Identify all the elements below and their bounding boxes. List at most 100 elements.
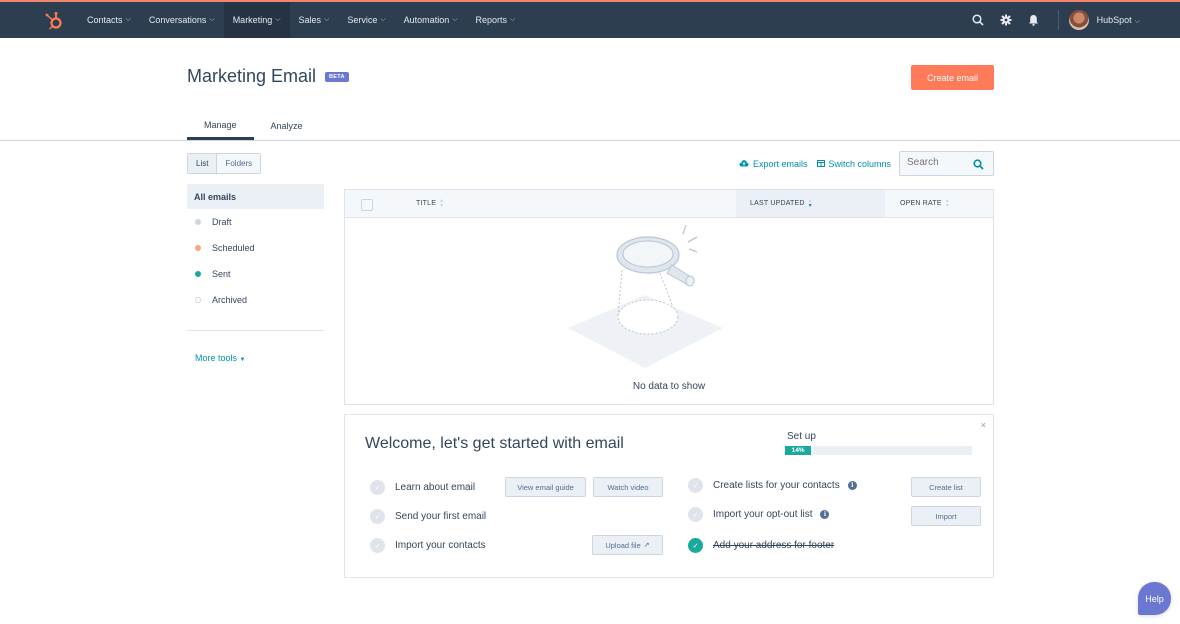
- import-button[interactable]: Import: [911, 506, 981, 526]
- sidebar-item-label: Sent: [212, 269, 231, 279]
- more-tools-label: More tools: [195, 353, 238, 363]
- status-dot-icon: [195, 245, 201, 251]
- column-label: OPEN RATE: [900, 200, 942, 207]
- check-circle-icon: ✓: [688, 507, 703, 522]
- sidebar-item-label: All emails: [194, 191, 237, 202]
- check-circle-icon: ✓: [370, 538, 385, 553]
- sort-descending-icon: ▴ ▾: [808, 197, 812, 209]
- task-add-footer-address: ✓ Add your address for footer: [688, 538, 834, 553]
- chevron-down-icon: ⌵: [1134, 17, 1140, 25]
- check-circle-icon: ✓: [688, 538, 703, 553]
- info-icon[interactable]: i: [820, 510, 830, 519]
- empty-state-text: No data to show: [632, 381, 706, 392]
- emails-table: TITLE ▴ ▾ LAST UPDATED ▴ ▾ OPEN RATE ▴ ▾ No da…: [344, 189, 994, 405]
- sidebar-item-scheduled[interactable]: Scheduled: [187, 235, 324, 261]
- switch-columns-link[interactable]: Switch columns: [816, 159, 892, 169]
- task-label: Import your contacts: [395, 540, 486, 551]
- search-input[interactable]: [900, 152, 970, 173]
- onboarding-panel: Welcome, let's get started with email × …: [344, 414, 994, 578]
- bell-icon[interactable]: [1020, 2, 1048, 38]
- onboarding-title: Welcome, let's get started with email: [365, 435, 624, 452]
- nav-label: Automation: [403, 15, 450, 25]
- task-label: Send your first email: [395, 511, 487, 522]
- nav-item-service[interactable]: Service ⌵: [338, 2, 394, 38]
- chevron-down-icon: ⌵: [125, 16, 131, 23]
- setup-progress-bar: 14%: [785, 446, 972, 455]
- tab-manage[interactable]: Manage: [187, 112, 254, 140]
- sidebar-item-label: Archived: [212, 295, 248, 305]
- sidebar-item-sent[interactable]: Sent: [187, 261, 324, 287]
- export-emails-label: Export emails: [753, 159, 808, 169]
- columns-icon: [816, 159, 825, 169]
- sort-icon: ▴ ▾: [945, 197, 949, 209]
- create-list-button[interactable]: Create list: [911, 477, 981, 497]
- setup-label: Set up: [787, 431, 816, 442]
- beta-badge: BETA: [325, 72, 349, 82]
- chevron-down-icon: ⌵: [380, 16, 386, 23]
- nav-item-automation[interactable]: Automation ⌵: [395, 2, 467, 38]
- task-label: Add your address for footer: [713, 540, 835, 551]
- nav-utilities: HubSpot ⌵: [964, 2, 1140, 38]
- external-link-icon: ↗: [643, 542, 650, 549]
- search-icon[interactable]: [973, 159, 984, 170]
- task-label: Learn about email: [395, 482, 476, 493]
- hubspot-logo-icon[interactable]: [44, 11, 64, 31]
- create-email-button[interactable]: Create email: [911, 65, 994, 90]
- account-name: HubSpot: [1096, 14, 1132, 25]
- view-list-button[interactable]: List: [188, 154, 218, 173]
- main-nav: Contacts ⌵ Conversations ⌵ Marketing ⌵ Sale…: [78, 2, 524, 38]
- chevron-down-icon: ⌵: [324, 16, 330, 23]
- select-all-checkbox[interactable]: [361, 199, 373, 211]
- nav-item-sales[interactable]: Sales ⌵: [290, 2, 339, 38]
- more-tools-link[interactable]: More tools ▼: [195, 353, 246, 363]
- close-icon[interactable]: ×: [981, 420, 986, 430]
- check-circle-icon: ✓: [688, 478, 703, 493]
- status-dot-icon: [195, 219, 201, 225]
- column-label: TITLE: [416, 200, 437, 207]
- account-menu[interactable]: HubSpot ⌵: [1097, 15, 1140, 26]
- nav-label: Reports: [475, 15, 508, 25]
- sidebar-item-all-emails[interactable]: All emails: [187, 184, 324, 209]
- avatar[interactable]: [1068, 10, 1089, 30]
- upload-file-button[interactable]: Upload file ↗: [592, 535, 663, 555]
- search-icon[interactable]: [964, 2, 992, 38]
- sidebar-item-archived[interactable]: Archived: [187, 287, 324, 313]
- column-header-open-rate[interactable]: OPEN RATE ▴ ▾: [900, 190, 949, 217]
- info-icon[interactable]: i: [847, 481, 857, 490]
- column-header-title[interactable]: TITLE ▴ ▾: [416, 190, 443, 217]
- tab-analyze[interactable]: Analyze: [254, 112, 320, 140]
- search-box: [899, 151, 994, 176]
- sidebar-item-draft[interactable]: Draft: [187, 209, 324, 235]
- column-label: LAST UPDATED: [750, 200, 805, 207]
- nav-item-contacts[interactable]: Contacts ⌵: [78, 2, 140, 38]
- nav-item-marketing[interactable]: Marketing ⌵: [223, 2, 290, 38]
- task-create-lists: ✓ Create lists for your contacts i: [688, 478, 857, 493]
- top-nav-bar: Contacts ⌵ Conversations ⌵ Marketing ⌵ Sale…: [0, 0, 1180, 38]
- help-button[interactable]: Help: [1138, 582, 1171, 615]
- caret-down-icon: ▼: [239, 357, 246, 363]
- sidebar-item-label: Draft: [212, 217, 232, 227]
- gear-icon[interactable]: [992, 2, 1020, 38]
- chevron-down-icon: ⌵: [510, 16, 516, 23]
- chevron-down-icon: ⌵: [209, 16, 215, 23]
- nav-label: Marketing: [232, 15, 273, 25]
- page-tabs: Manage Analyze: [187, 112, 320, 140]
- export-emails-link[interactable]: Export emails: [739, 159, 808, 169]
- nav-item-conversations[interactable]: Conversations ⌵: [140, 2, 224, 38]
- chevron-down-icon: ⌵: [452, 16, 458, 23]
- cloud-upload-icon: [739, 159, 749, 169]
- tabs-divider: [0, 140, 1180, 141]
- status-dot-icon: [195, 297, 201, 303]
- task-label: Create lists for your contacts: [713, 480, 840, 491]
- switch-columns-label: Switch columns: [828, 159, 892, 169]
- view-email-guide-button[interactable]: View email guide: [505, 477, 586, 497]
- column-header-last-updated[interactable]: LAST UPDATED ▴ ▾: [736, 190, 885, 217]
- table-header: TITLE ▴ ▾ LAST UPDATED ▴ ▾ OPEN RATE ▴ ▾: [345, 190, 993, 218]
- view-folders-button[interactable]: Folders: [217, 154, 261, 173]
- nav-label: Service: [347, 15, 378, 25]
- watch-video-button[interactable]: Watch video: [593, 477, 663, 497]
- task-import-contacts: ✓ Import your contacts: [370, 538, 486, 553]
- nav-divider: [1057, 10, 1059, 30]
- status-dot-icon: [195, 271, 201, 277]
- nav-item-reports[interactable]: Reports ⌵: [467, 2, 525, 38]
